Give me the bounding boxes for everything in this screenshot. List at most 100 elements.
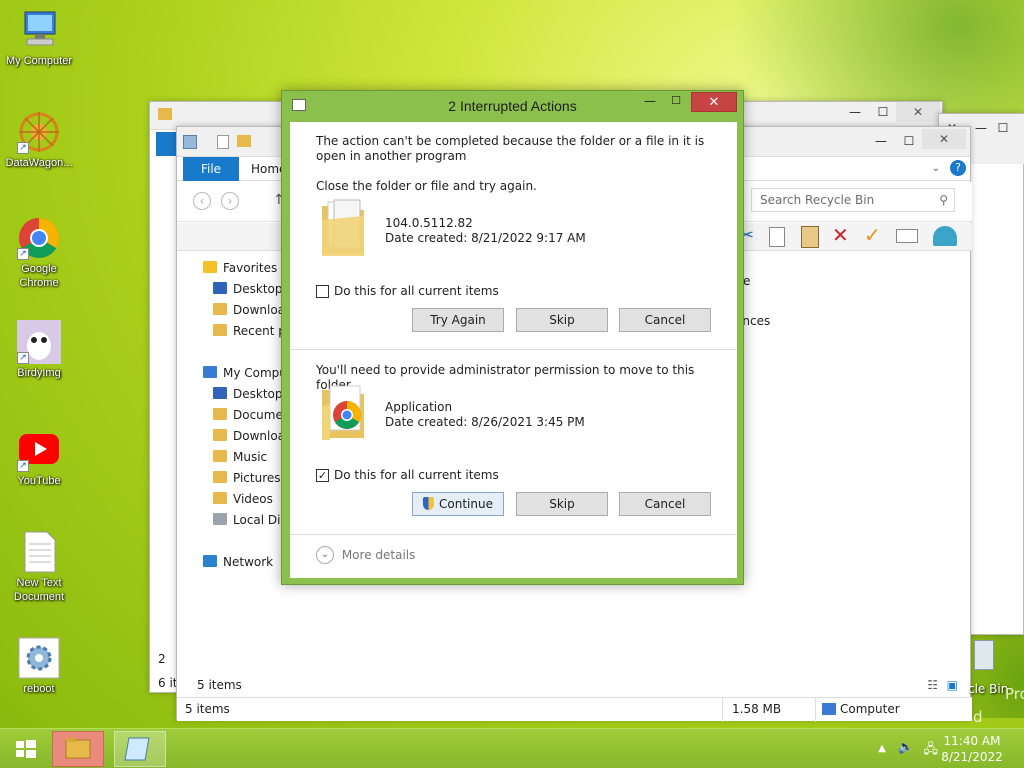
status-items: 6 it	[158, 676, 178, 690]
nav-local-disk[interactable]: Local Dis	[213, 511, 287, 529]
section2-checkbox-label: Do this for all current items	[334, 468, 499, 482]
recycle-bin-label-partial: cle Bin	[968, 682, 1009, 696]
section2-item-date: Date created: 8/26/2021 3:45 PM	[385, 415, 585, 429]
desktop-icon-birdyimg[interactable]: ↗ BirdyImg	[0, 320, 78, 380]
nav-mc-downloads[interactable]: Downloa	[213, 427, 285, 445]
desktop-icon-label: BirdyImg	[17, 367, 61, 379]
properties-icon[interactable]	[217, 135, 229, 149]
interrupted-actions-dialog[interactable]: 2 Interrupted Actions — ☐ ✕ The action c…	[281, 90, 744, 585]
section1-message: The action can't be completed because th…	[316, 134, 705, 163]
cancel-button[interactable]: Cancel	[619, 492, 711, 516]
show-hidden-icons-icon[interactable]: ▲	[878, 743, 886, 754]
recycle-bin-icon[interactable]	[974, 640, 994, 670]
maximize-button[interactable]: ☐	[993, 118, 1013, 138]
back-arrow-icon[interactable]: ‹	[193, 192, 211, 210]
taskbar-copy-dialog[interactable]	[114, 731, 166, 767]
nav-my-computer[interactable]: My Compu	[203, 364, 287, 382]
desktop-icon-label: reboot	[23, 683, 55, 695]
close-button[interactable]: ✕	[922, 129, 966, 149]
pictures-icon	[213, 471, 227, 483]
maximize-button[interactable]: ☐	[663, 92, 689, 112]
nav-downloads[interactable]: Downloa	[213, 301, 285, 319]
desktop-icon-datawagon[interactable]: ↗ DataWagon...	[0, 110, 78, 170]
more-details-toggle[interactable]: ⌄ More details	[316, 546, 415, 566]
desktop-icon-new-text-document[interactable]: New Text Document	[0, 530, 78, 604]
downloads-icon	[213, 429, 227, 441]
videos-icon	[213, 492, 227, 504]
shortcut-arrow-icon: ↗	[17, 248, 29, 260]
continue-button[interactable]: Continue	[412, 492, 504, 516]
cancel-button[interactable]: Cancel	[619, 308, 711, 332]
skip-button[interactable]: Skip	[516, 492, 608, 516]
shortcut-arrow-icon: ↗	[17, 352, 29, 364]
recycle-bin-icon	[183, 135, 197, 149]
delete-icon[interactable]: ✕	[832, 223, 849, 247]
minimize-button[interactable]: —	[637, 92, 663, 112]
minimize-button[interactable]: —	[868, 131, 894, 151]
checkmark-icon[interactable]: ✓	[864, 223, 881, 247]
section1-checkbox[interactable]	[316, 285, 329, 298]
close-button[interactable]: ✕	[691, 92, 737, 112]
chevron-down-icon[interactable]: ⌄	[932, 163, 940, 174]
taskbar-file-explorer[interactable]	[52, 731, 104, 767]
try-again-button[interactable]: Try Again	[412, 308, 504, 332]
nav-mc-desktop[interactable]: Desktop	[213, 385, 283, 403]
maximize-button[interactable]: ☐	[896, 131, 922, 151]
rename-icon[interactable]	[896, 229, 918, 243]
nav-videos[interactable]: Videos	[213, 490, 273, 508]
nav-desktop[interactable]: Desktop	[213, 280, 283, 298]
nav-recent-places[interactable]: Recent pl	[213, 322, 289, 340]
copy-icon[interactable]	[769, 227, 785, 247]
nav-pictures[interactable]: Pictures	[213, 469, 281, 487]
search-icon: ⚲	[939, 193, 948, 207]
large-icons-view-icon[interactable]: ▣	[947, 678, 958, 692]
new-folder-icon[interactable]	[237, 135, 251, 147]
desktop-icon-label: My Computer	[5, 55, 73, 67]
downloads-icon	[213, 303, 227, 315]
section1-instruction: Close the folder or file and try again.	[316, 179, 537, 193]
start-button[interactable]	[6, 731, 46, 767]
navigation-pane: Favorites Desktop Downloa Recent pl My C…	[177, 255, 289, 685]
file-tab-partial[interactable]	[156, 132, 178, 156]
desktop-icon-youtube[interactable]: ↗ YouTube	[0, 428, 78, 488]
section2-message: You'll need to provide administrator per…	[316, 363, 695, 392]
documents-icon	[213, 408, 227, 420]
music-icon	[213, 450, 227, 462]
disk-icon	[213, 513, 227, 525]
desktop-icon-google-chrome[interactable]: ↗ Google Chrome	[0, 216, 78, 290]
nav-favorites[interactable]: Favorites	[203, 259, 277, 277]
nav-documents[interactable]: Documer	[213, 406, 288, 424]
maximize-button[interactable]: ☐	[870, 102, 896, 122]
forward-arrow-icon[interactable]: ›	[221, 192, 239, 210]
watermark-partial: Pro	[1005, 685, 1024, 703]
skip-button[interactable]: Skip	[516, 308, 608, 332]
shell-icon[interactable]	[933, 226, 957, 246]
minimize-button[interactable]: —	[971, 118, 991, 138]
desktop-icon-label: New Text Document	[13, 577, 65, 603]
minimize-button[interactable]: —	[842, 102, 868, 122]
volume-muted-icon[interactable]: 🔈	[898, 740, 914, 755]
clock[interactable]: 11:40 AM 8/21/2022	[936, 733, 1008, 765]
section-divider	[290, 349, 737, 350]
shortcut-arrow-icon: ↗	[17, 460, 29, 472]
datawagon-icon: ↗	[17, 110, 61, 154]
star-icon	[203, 261, 217, 273]
search-input[interactable]: Search Recycle Bin ⚲	[751, 188, 955, 212]
details-view-icon[interactable]: ☷	[927, 678, 938, 692]
section-divider	[290, 534, 737, 535]
section1-checkbox-label: Do this for all current items	[334, 284, 499, 298]
paste-icon[interactable]	[801, 226, 819, 248]
desktop-icon	[213, 282, 227, 294]
desktop-icon-reboot[interactable]: reboot	[0, 636, 78, 696]
nav-music[interactable]: Music	[213, 448, 267, 466]
desktop-icon-my-computer[interactable]: My Computer	[0, 8, 78, 68]
nav-network[interactable]: Network	[203, 553, 273, 571]
section2-item-name: Application	[385, 400, 453, 414]
tab-file[interactable]: File	[183, 157, 239, 181]
youtube-icon: ↗	[17, 428, 61, 472]
folder-icon	[158, 108, 172, 120]
folder-icon	[320, 198, 366, 261]
help-icon[interactable]: ?	[950, 160, 966, 176]
section2-checkbox[interactable]: ✓	[316, 469, 329, 482]
close-button[interactable]: ✕	[896, 102, 940, 122]
